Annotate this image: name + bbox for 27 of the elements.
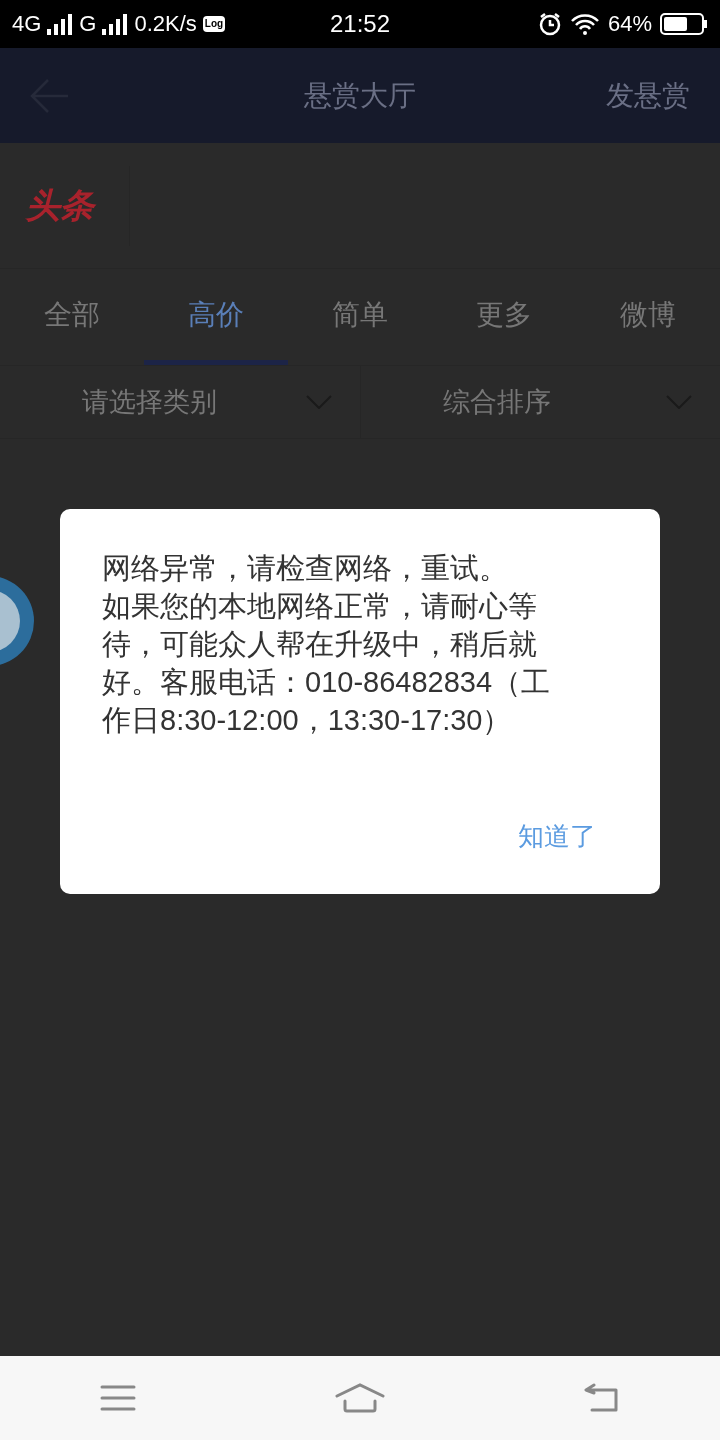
back-icon[interactable]: [584, 1383, 621, 1413]
alarm-icon: [537, 12, 562, 36]
got-it-button[interactable]: 知道了: [516, 815, 598, 858]
menu-icon[interactable]: [99, 1384, 136, 1412]
dropdown[interactable]: 综合排序: [359, 366, 720, 438]
battery-icon: [660, 12, 708, 36]
tab[interactable]: 更多: [432, 269, 576, 365]
dropdown[interactable]: 请选择类别: [0, 366, 360, 438]
tab[interactable]: 全部: [0, 269, 144, 365]
error-message: 如果您的本地网络正常，请耐心等待，可能众人帮在升级中，稍后就好。客服电话：010-86482834（工作日8:30-12:00，13:30-17:30）: [102, 589, 552, 738]
signal-icon: [102, 13, 129, 35]
network-type: G: [79, 11, 97, 37]
home-icon[interactable]: [335, 1383, 385, 1413]
log-badge: Log: [202, 16, 226, 32]
network-speed: 0.2K/s: [134, 11, 197, 37]
logo: 头条: [0, 165, 130, 246]
tab[interactable]: 简单: [288, 269, 432, 365]
post-reward-link[interactable]: 发悬赏: [606, 76, 690, 115]
tab[interactable]: 高价: [144, 269, 288, 365]
error-message: 网络异常，请检查网络，重试。: [102, 551, 509, 586]
tab[interactable]: 微博: [576, 269, 720, 365]
signal-icon: [47, 13, 74, 35]
battery-percent: 64%: [607, 11, 652, 37]
page-title: 悬赏大厅: [304, 79, 416, 111]
network-type: 4G: [12, 11, 42, 37]
wifi-icon: [569, 13, 600, 35]
clock: 21:52: [329, 10, 391, 38]
